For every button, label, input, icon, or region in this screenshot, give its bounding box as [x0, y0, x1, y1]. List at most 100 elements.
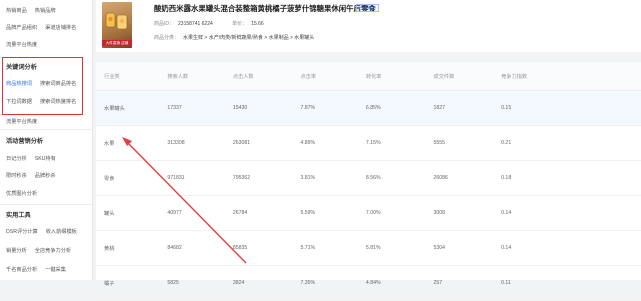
sidebar-item-search-word-heat-rank[interactable]: 搜索词热度排名 [40, 98, 76, 105]
sidebar-item-hot-products[interactable]: 热销商品 [6, 7, 27, 14]
product-title[interactable]: 酸奶西米露水果罐头混合装整箱黄桃橘子菠萝什锦糖果休闲午后零食 [154, 3, 376, 14]
sidebar-row: 热销商品 热销品牌 [6, 7, 56, 14]
cell-keyword: 零食 [96, 160, 160, 196]
sidebar-item-quality-image[interactable]: 优质图片分析 [6, 190, 37, 197]
cell-value: 0.14 [493, 195, 641, 231]
product-header: 大件直销 店铺 酸奶西米露水果罐头混合装整箱黄桃橘子菠萝什锦糖果休闲午后零食 已… [96, 0, 641, 52]
sidebar-item-hot-brands[interactable]: 热销品牌 [35, 7, 56, 14]
sidebar-row: 日记分析 SKU持有 [6, 155, 56, 162]
sidebar-item-flash-sale[interactable]: 限时秒杀 [6, 172, 27, 179]
cell-value: 8.56% [357, 160, 426, 196]
cell-value: 795362 [224, 160, 293, 196]
sidebar-row: 销量分析 全店竞争力分析 [6, 247, 71, 254]
section-title-campaign: 活动营销分析 [6, 138, 44, 145]
section-title-keywords: 关键词分析 [6, 64, 37, 71]
cell-value: 5555 [425, 125, 494, 161]
table-row[interactable]: 罐头 40977 26784 5.59% 7.00% 3008 0.14 [96, 195, 641, 231]
table-row[interactable]: 零食 971831 795362 3.81% 8.56% 26086 0.18 [96, 160, 641, 196]
sidebar-item-traffic-heat-2[interactable]: 流量平台热度 [6, 118, 37, 125]
column-header[interactable]: 成交件数 [425, 62, 494, 91]
cell-keyword: 水果 [96, 125, 160, 161]
cell-value: 15430 [224, 90, 293, 126]
cell-value: 7.35% [292, 265, 358, 301]
cell-value: 7.15% [357, 125, 426, 161]
cell-value: 84682 [159, 230, 225, 266]
sidebar-item-product-analysis[interactable]: 千名商品分析 [6, 266, 37, 273]
column-header[interactable]: 点击率 [292, 62, 358, 91]
sidebar-row: 品牌产品组织 渠道店铺排名 [6, 24, 76, 31]
sidebar-row: 限时秒杀 品牌秒杀 [6, 172, 56, 179]
collect-badge[interactable]: 已收藏此 [356, 4, 379, 12]
divider [0, 129, 92, 130]
sidebar-item-dsr-calc[interactable]: DSR评分计算 [6, 228, 38, 235]
cell-value: 5.71% [292, 230, 358, 266]
category-value: 水果生鲜 > 水产/肉类/新鲜蔬果/熟食 > 水果制品 > 水果罐头 [183, 35, 315, 41]
column-header[interactable]: 搜索人数 [159, 62, 225, 91]
cell-value: 5304 [425, 230, 494, 266]
table-row[interactable]: 黄桃 84682 85835 5.71% 5.81% 5304 0.14 [96, 230, 641, 266]
column-header[interactable]: 竞争力指数 [493, 62, 641, 91]
cell-value: 0.21 [493, 125, 641, 161]
cell-value: 257 [425, 265, 494, 301]
table-header-row: 行业类 搜索人数 点击人数 点击率 转化率 成交件数 竞争力指数 [96, 62, 641, 91]
cell-value: 5.59% [292, 195, 358, 231]
cell-keyword: 水果罐头 [96, 90, 160, 126]
sidebar-item-brand-org[interactable]: 品牌产品组织 [6, 24, 37, 31]
sidebar-item-store-competitiveness[interactable]: 全店竞争力分析 [35, 247, 71, 254]
cell-keyword: 黄桃 [96, 230, 160, 266]
cell-value: 17337 [159, 90, 225, 126]
cell-value: 5.81% [357, 230, 426, 266]
sidebar-row: 下拉词数据 搜索词热度排名 [6, 98, 76, 105]
table-row[interactable]: 水果罐头 17337 15430 7.87% 6.85% 1827 0.15 [96, 90, 641, 126]
sidebar-item-income-template[interactable]: 收入前缀模板 [46, 228, 77, 235]
cell-value: 7.87% [292, 90, 358, 126]
column-header[interactable]: 转化率 [357, 62, 426, 91]
cell-value: 3008 [425, 195, 494, 231]
column-header[interactable]: 行业类 [96, 62, 160, 91]
cell-value: 26086 [425, 160, 494, 196]
product-meta: 商品ID： 23158741 6224 单价： 15.66 [154, 20, 264, 27]
product-category: 商品分类： 水果生鲜 > 水产/肉类/新鲜蔬果/熟食 > 水果制品 > 水果罐头 [154, 34, 314, 41]
sidebar-item-sku-hold[interactable]: SKU持有 [35, 155, 56, 162]
table-row[interactable]: 水果 313308 263081 4.89% 7.15% 5555 0.21 [96, 125, 641, 161]
sidebar-row: 商品热搜词 搜索词商品排名 [6, 80, 76, 87]
cell-value: 5825 [159, 265, 225, 301]
divider [0, 204, 92, 205]
cell-value: 85835 [224, 230, 293, 266]
sidebar-item-diary-analysis[interactable]: 日记分析 [6, 155, 27, 162]
sidebar-item-dropdown-words[interactable]: 下拉词数据 [6, 98, 32, 105]
product-id-value: 23158741 6224 [178, 21, 213, 27]
cell-value: 1827 [425, 90, 494, 126]
cell-value: 4.89% [292, 125, 358, 161]
cell-value: 0.15 [493, 90, 641, 126]
price-value: 15.66 [251, 21, 264, 27]
cell-value: 40977 [159, 195, 225, 231]
cell-value: 7.00% [357, 195, 426, 231]
product-id-label: 商品ID： [154, 21, 175, 27]
cell-value: 3.81% [292, 160, 358, 196]
cell-keyword: 橘子 [96, 265, 160, 301]
sidebar-item-sales-analysis[interactable]: 销量分析 [6, 247, 27, 254]
cell-value: 0.18 [493, 160, 641, 196]
canned-fruit-icon [105, 12, 128, 30]
cell-value: 26784 [224, 195, 293, 231]
sidebar-item-traffic-heat[interactable]: 流量平台热度 [6, 41, 37, 48]
thumbnail-tag: 大件直销 店铺 [102, 40, 132, 46]
cell-value: 0.14 [493, 230, 641, 266]
sidebar-item-one-click-collect[interactable]: 一键采集 [45, 266, 66, 273]
product-thumbnail[interactable]: 大件直销 店铺 [102, 2, 132, 48]
sidebar-item-channel-rank[interactable]: 渠道店铺排名 [45, 24, 76, 31]
cell-value: 971831 [159, 160, 225, 196]
cell-value: 263081 [224, 125, 293, 161]
sidebar-row: DSR评分计算 收入前缀模板 [6, 228, 77, 235]
sidebar-row: 流量平台热度 [6, 118, 37, 125]
cell-value: 0.11 [493, 265, 641, 301]
sidebar-item-brand-sale[interactable]: 品牌秒杀 [35, 172, 56, 179]
column-header[interactable]: 点击人数 [224, 62, 293, 91]
sidebar-item-hot-search-words[interactable]: 商品热搜词 [6, 80, 32, 87]
keyword-table-panel: 行业类 搜索人数 点击人数 点击率 转化率 成交件数 竞争力指数 水果罐头 17… [96, 62, 641, 301]
sidebar: 热销商品 热销品牌 品牌产品组织 渠道店铺排名 流量平台热度 关键词分析 商品热… [0, 0, 93, 280]
sidebar-item-search-word-product-rank[interactable]: 搜索词商品排名 [40, 80, 76, 87]
table-row[interactable]: 橘子 5825 3824 7.35% 4.84% 257 0.11 [96, 265, 641, 301]
cell-value: 313308 [159, 125, 225, 161]
